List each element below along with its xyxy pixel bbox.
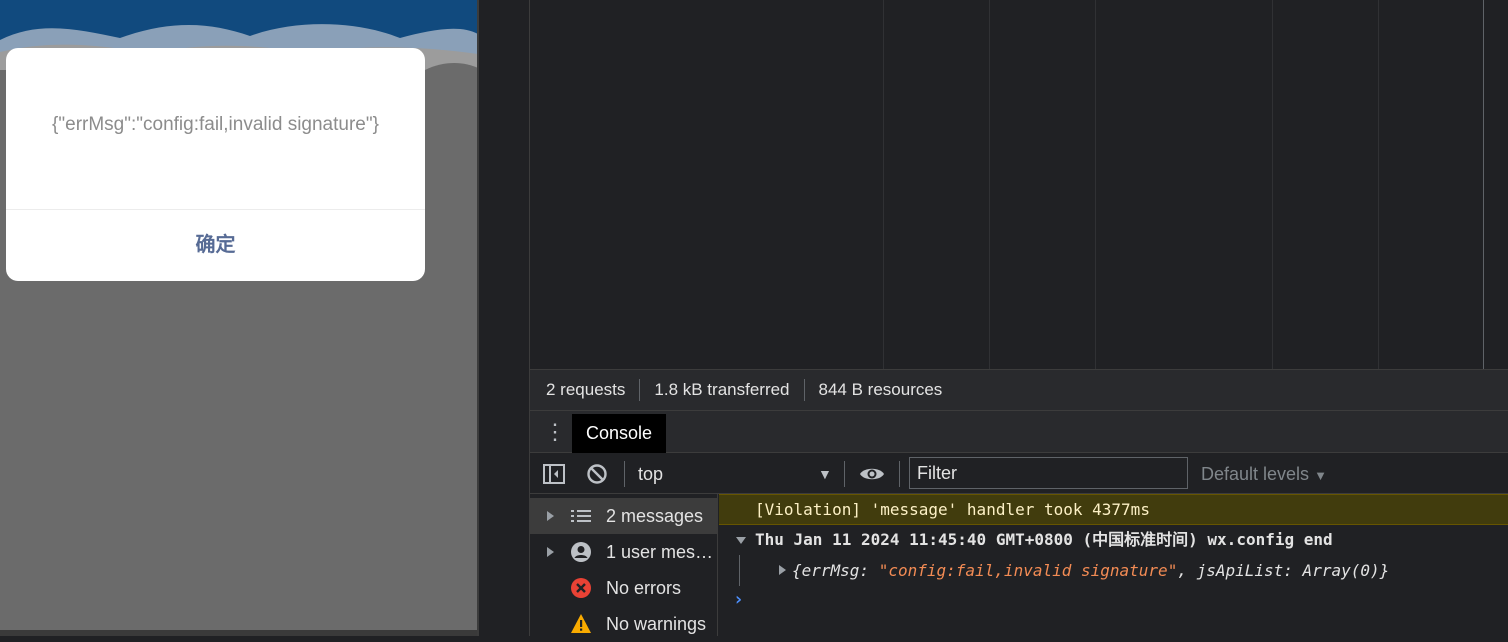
filter-input[interactable] xyxy=(909,457,1188,489)
preview-bottom-border xyxy=(0,630,478,636)
expand-arrow-icon[interactable] xyxy=(547,547,554,557)
tab-console[interactable]: Console xyxy=(572,414,667,453)
sidebar-item-warnings[interactable]: No warnings xyxy=(530,606,718,642)
object-errmsg-value: "config:fail,invalid signature" xyxy=(878,561,1178,580)
eye-icon[interactable] xyxy=(858,462,886,486)
summary-divider xyxy=(639,379,641,401)
transferred-size: 1.8 kB transferred xyxy=(654,380,790,399)
group-header-text: Thu Jan 11 2024 11:45:40 GMT+0800 (中国标准时… xyxy=(755,530,1333,549)
sidebar-item-label: No errors xyxy=(606,578,682,598)
confirm-button[interactable]: 确定 xyxy=(6,210,425,281)
waterfall-gridline xyxy=(1483,0,1484,369)
object-suffix: , jsApiList: Array(0)} xyxy=(1177,561,1390,580)
sidebar-item-errors[interactable]: No errors xyxy=(530,570,718,606)
group-indent-guide xyxy=(739,555,740,586)
chevron-down-icon: ▼ xyxy=(1314,468,1327,483)
console-toolbar: top ▼ Default levels ▼ xyxy=(530,453,1508,494)
network-waterfall xyxy=(530,0,1508,369)
toolbar-divider xyxy=(844,461,845,487)
expand-arrow-icon[interactable] xyxy=(779,565,786,575)
user-icon xyxy=(571,542,591,562)
sidebar-item-label: 2 messages xyxy=(606,506,704,526)
summary-divider xyxy=(803,379,805,401)
waterfall-gridline xyxy=(1095,0,1096,369)
error-dialog: {"errMsg":"config:fail,invalid signature… xyxy=(6,48,425,281)
waterfall-gridline xyxy=(1378,0,1379,369)
context-selector[interactable]: top xyxy=(638,462,663,486)
console-messages: [Violation] 'message' handler took 4377m… xyxy=(719,494,1508,636)
devtools-panel: 2 requests 1.8 kB transferred 844 B reso… xyxy=(529,0,1508,636)
network-summary-bar: 2 requests 1.8 kB transferred 844 B reso… xyxy=(530,369,1508,411)
console-sidebar: 2 messages 1 user messages No errors xyxy=(530,494,718,636)
warning-icon xyxy=(571,614,591,633)
log-levels-dropdown[interactable]: Default levels ▼ xyxy=(1201,462,1327,488)
sidebar-item-user-messages[interactable]: 1 user messages xyxy=(530,534,718,570)
panel-gap xyxy=(479,0,529,636)
chevron-down-icon[interactable]: ▼ xyxy=(818,463,832,485)
console-group-header[interactable]: Thu Jan 11 2024 11:45:40 GMT+0800 (中国标准时… xyxy=(719,525,1508,555)
sidebar-item-messages[interactable]: 2 messages xyxy=(530,498,718,534)
collapse-arrow-icon[interactable] xyxy=(736,537,746,544)
clear-console-icon[interactable] xyxy=(585,462,609,486)
waterfall-gridline xyxy=(1272,0,1273,369)
sidebar-item-label: 1 user messages xyxy=(606,542,716,562)
sidebar-toggle-icon[interactable] xyxy=(542,462,566,486)
toolbar-divider xyxy=(624,461,625,487)
requests-count: 2 requests xyxy=(546,380,626,399)
object-prefix: {errMsg: xyxy=(792,561,879,580)
resources-size: 844 B resources xyxy=(818,380,943,399)
violation-message[interactable]: [Violation] 'message' handler took 4377m… xyxy=(719,494,1508,525)
drawer-tab-bar: ⋮ Console xyxy=(530,411,1508,453)
waterfall-gridline xyxy=(883,0,884,369)
error-icon xyxy=(571,578,591,598)
waterfall-gridline xyxy=(989,0,990,369)
console-prompt-icon[interactable]: › xyxy=(733,586,744,614)
mobile-preview: {"errMsg":"config:fail,invalid signature… xyxy=(0,0,478,632)
toolbar-divider xyxy=(899,461,900,487)
log-levels-label: Default levels xyxy=(1201,464,1310,484)
logged-object[interactable]: {errMsg: "config:fail,invalid signature"… xyxy=(719,555,1508,586)
more-options-icon[interactable]: ⋮ xyxy=(544,419,566,445)
dialog-message: {"errMsg":"config:fail,invalid signature… xyxy=(52,114,379,135)
expand-arrow-icon[interactable] xyxy=(547,511,554,521)
list-icon xyxy=(571,510,591,522)
sidebar-item-label: No warnings xyxy=(606,614,707,634)
